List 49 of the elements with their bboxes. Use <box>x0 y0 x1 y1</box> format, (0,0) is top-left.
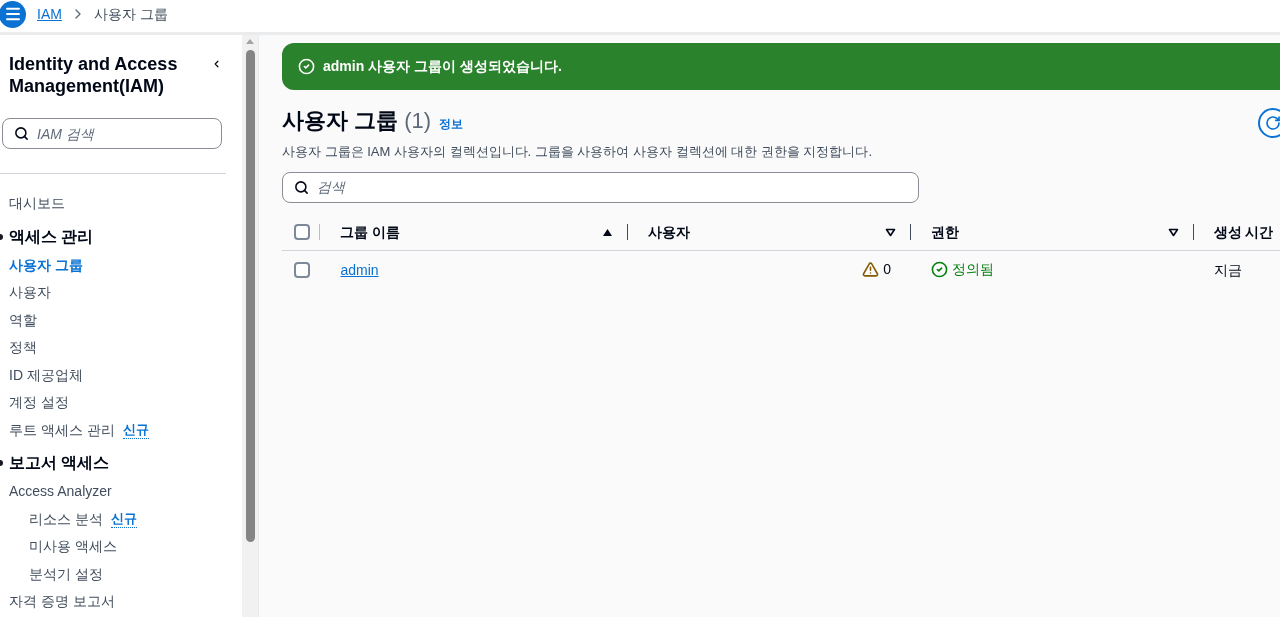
nav-link[interactable]: 사용자 그룹 <box>9 254 83 276</box>
search-field[interactable]: 검색 <box>282 171 919 203</box>
sidebar-search-field[interactable]: IAM 검색 <box>2 118 222 149</box>
new-badge: 신규 <box>122 421 149 439</box>
menu-button[interactable] <box>0 0 26 28</box>
nav-link[interactable]: 역할 <box>9 309 37 331</box>
refresh-button[interactable] <box>1258 108 1280 138</box>
page-title: 사용자 그룹 (1) <box>282 107 432 135</box>
group-name-link[interactable]: admin <box>340 261 379 278</box>
scrollbar[interactable] <box>242 35 258 617</box>
checkbox[interactable] <box>294 224 310 240</box>
nav-link[interactable]: 대시보드 <box>9 193 65 215</box>
permission-status: 정의됨 <box>952 260 995 279</box>
success-icon <box>931 261 949 278</box>
nav-section-heading[interactable]: 보고서 액세스 <box>0 451 110 475</box>
nav-link[interactable]: 정책 <box>9 337 37 359</box>
menu-icon <box>3 5 22 23</box>
new-badge: 신규 <box>110 510 137 528</box>
nav-link[interactable]: 분석기 설정 <box>29 563 103 585</box>
breadcrumb-current: 사용자 그룹 <box>93 4 168 24</box>
sort-ascending-icon[interactable] <box>602 227 614 237</box>
nav-link[interactable]: 리소스 분석 <box>29 508 103 530</box>
checkbox[interactable] <box>294 261 310 278</box>
column-header[interactable]: 생성 시간 <box>1213 221 1278 243</box>
nav-link[interactable]: 자격 증명 보고서 <box>9 591 115 613</box>
creation-time: 지금 <box>1213 261 1242 278</box>
nav-link[interactable]: ID 제공업체 <box>9 364 83 386</box>
page-description: 사용자 그룹은 IAM 사용자의 컬렉션입니다. 그룹을 사용하여 사용자 컬렉션에 대한 권한을 지정합니다. <box>282 143 874 161</box>
nav-section-heading[interactable]: 액세스 관리 <box>0 224 94 249</box>
sidebar-title: Identity and Access Management(IAM) <box>9 53 179 97</box>
user-count: 0 <box>883 260 892 279</box>
info-link[interactable]: 정보 <box>439 115 464 133</box>
sort-icon[interactable] <box>885 227 897 237</box>
nav-link[interactable]: 사용자 <box>9 282 51 304</box>
search-icon <box>294 179 309 195</box>
nav-link[interactable]: Access Analyzer <box>9 481 112 503</box>
success-icon <box>298 58 315 75</box>
nav-link[interactable]: 루트 액세스 관리 <box>9 419 115 441</box>
nav-link[interactable]: 미사용 액세스 <box>29 536 117 558</box>
nav-link[interactable]: 계정 설정 <box>9 392 69 414</box>
warning-icon <box>862 261 880 278</box>
column-header[interactable]: 권한 <box>931 221 1168 243</box>
search-icon <box>14 126 29 141</box>
sort-icon[interactable] <box>1167 227 1179 237</box>
flash-message: admin 사용자 그룹이 생성되었습니다. <box>323 57 562 76</box>
column-header[interactable]: 사용자 <box>648 221 886 243</box>
column-header[interactable]: 그룹 이름 <box>340 221 603 243</box>
breadcrumb-link[interactable]: IAM <box>37 3 62 25</box>
refresh-icon <box>1265 115 1280 131</box>
